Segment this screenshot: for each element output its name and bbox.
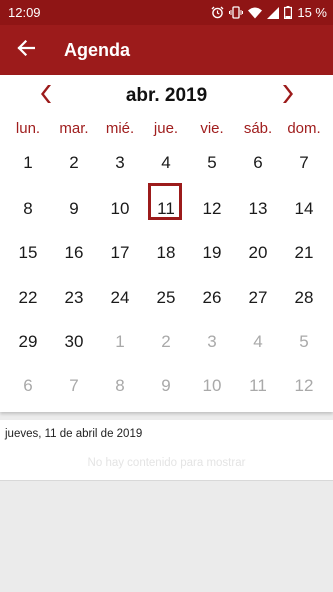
page-title: Agenda <box>64 39 131 60</box>
calendar-day[interactable]: 28 <box>281 288 327 308</box>
status-bar: 12:09 15 % <box>0 0 333 25</box>
signal-icon <box>267 6 280 19</box>
selected-date-label: jueves, 11 de abril de 2019 <box>5 428 143 440</box>
calendar-day[interactable]: 5 <box>189 153 235 173</box>
calendar-day[interactable]: 24 <box>97 288 143 308</box>
app-bar: Agenda <box>0 25 333 75</box>
calendar-day-other-month[interactable]: 3 <box>189 332 235 352</box>
calendar: abr. 2019 lun. mar. mié. jue. vie. sáb. dom. 1… <box>0 75 333 412</box>
weekday-label: sáb. <box>243 120 273 137</box>
calendar-day-other-month[interactable]: 12 <box>281 376 327 396</box>
calendar-day[interactable]: 29 <box>5 332 51 352</box>
calendar-day[interactable]: 18 <box>143 243 189 263</box>
calendar-day[interactable]: 23 <box>51 288 97 308</box>
status-time: 12:09 <box>8 5 41 20</box>
calendar-day[interactable]: 14 <box>281 199 327 219</box>
calendar-day[interactable]: 7 <box>281 153 327 173</box>
weekday-label: jue. <box>153 120 179 137</box>
content-area <box>0 481 333 592</box>
calendar-day[interactable]: 20 <box>235 243 281 263</box>
calendar-day-other-month[interactable]: 9 <box>143 376 189 396</box>
calendar-day[interactable]: 12 <box>189 199 235 219</box>
calendar-day[interactable]: 16 <box>51 243 97 263</box>
weekday-label: lun. <box>15 120 41 137</box>
empty-state-message: No hay contenido para mostrar <box>87 457 246 469</box>
calendar-day[interactable]: 25 <box>143 288 189 308</box>
calendar-day-other-month[interactable]: 6 <box>5 376 51 396</box>
calendar-day[interactable]: 19 <box>189 243 235 263</box>
calendar-day[interactable]: 10 <box>97 199 143 219</box>
calendar-day[interactable]: 9 <box>51 199 97 219</box>
calendar-day[interactable]: 6 <box>235 153 281 173</box>
vibrate-icon <box>229 6 244 19</box>
calendar-day[interactable]: 27 <box>235 288 281 308</box>
calendar-day-other-month[interactable]: 5 <box>281 332 327 352</box>
calendar-day[interactable]: 8 <box>5 199 51 219</box>
calendar-day[interactable]: 15 <box>5 243 51 263</box>
calendar-day[interactable]: 4 <box>143 153 189 173</box>
calendar-day-other-month[interactable]: 11 <box>235 376 281 396</box>
calendar-day-other-month[interactable]: 1 <box>97 332 143 352</box>
next-month-button[interactable] <box>280 84 296 109</box>
calendar-day[interactable]: 3 <box>97 153 143 173</box>
calendar-day[interactable]: 21 <box>281 243 327 263</box>
weekday-label: vie. <box>200 120 224 137</box>
calendar-day[interactable]: 26 <box>189 288 235 308</box>
arrow-left-icon <box>17 39 36 61</box>
calendar-day[interactable]: 30 <box>51 332 97 352</box>
back-button[interactable] <box>14 38 38 62</box>
calendar-day-other-month[interactable]: 10 <box>189 376 235 396</box>
selected-day-indicator <box>148 183 182 220</box>
battery-icon <box>284 6 293 19</box>
weekday-label: dom. <box>287 120 321 137</box>
calendar-day[interactable]: 13 <box>235 199 281 219</box>
wifi-icon <box>248 7 263 19</box>
chevron-right-icon <box>282 84 294 109</box>
calendar-day-other-month[interactable]: 8 <box>97 376 143 396</box>
alarm-icon <box>211 6 224 19</box>
battery-percentage: 15 % <box>297 5 327 20</box>
calendar-day[interactable]: 22 <box>5 288 51 308</box>
weekday-label: mar. <box>59 120 89 137</box>
calendar-day-other-month[interactable]: 2 <box>143 332 189 352</box>
calendar-day[interactable]: 17 <box>97 243 143 263</box>
weekday-label: mié. <box>105 120 135 137</box>
status-icons: 15 % <box>211 5 327 20</box>
calendar-day-other-month[interactable]: 7 <box>51 376 97 396</box>
calendar-day-other-month[interactable]: 4 <box>235 332 281 352</box>
calendar-day[interactable]: 1 <box>5 153 51 173</box>
calendar-day[interactable]: 2 <box>51 153 97 173</box>
